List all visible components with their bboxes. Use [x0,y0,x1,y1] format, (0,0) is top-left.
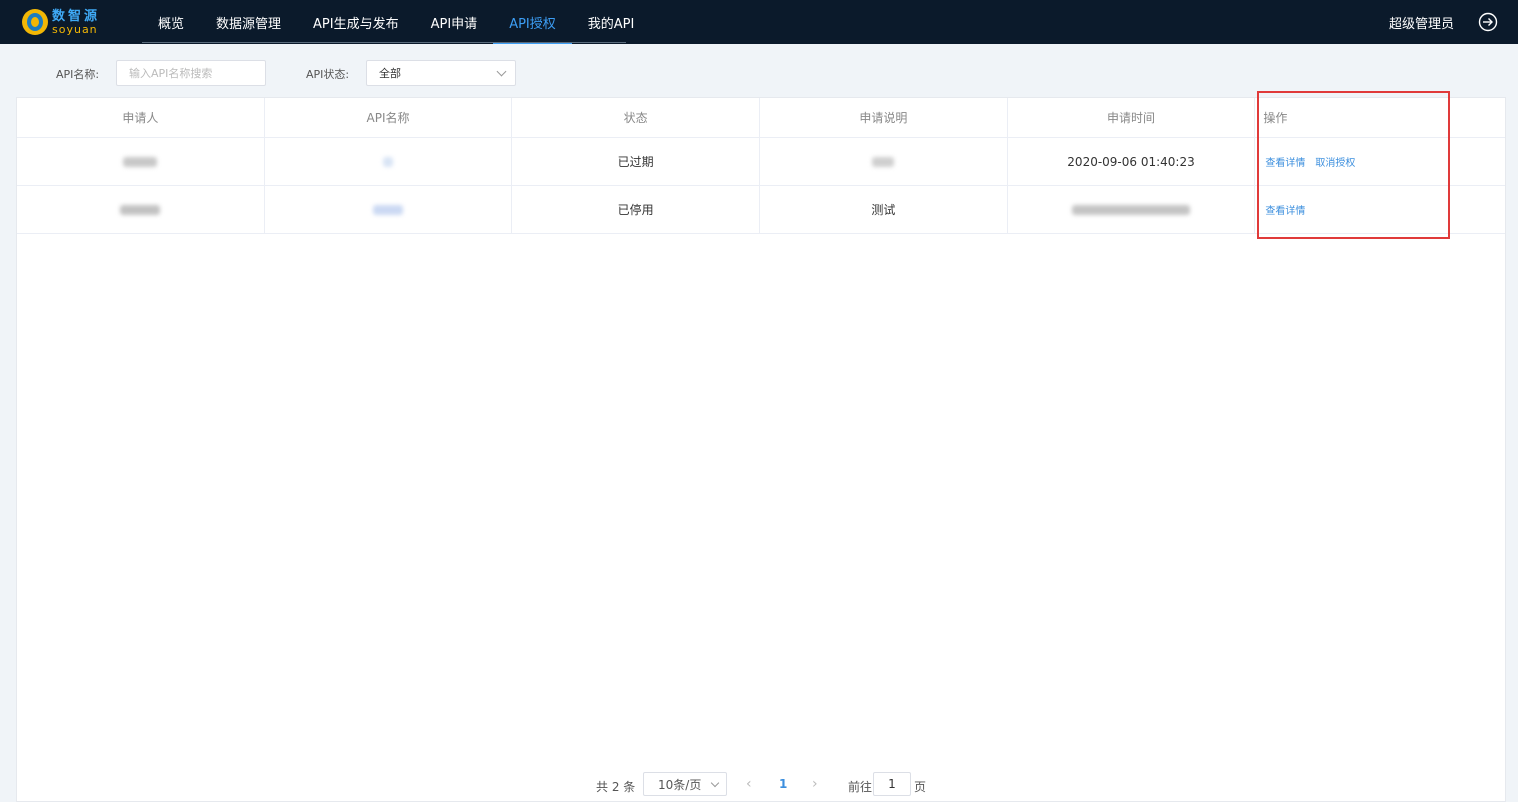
redacted-text [383,156,393,167]
redacted-text [120,204,161,215]
redacted-text [123,156,158,167]
nav-item-api-auth[interactable]: API授权 [493,0,572,44]
app-logo[interactable]: 数智源 soyuan [0,0,142,44]
col-status: 状态 [512,98,761,137]
col-description: 申请说明 [760,98,1008,137]
nav-item-overview[interactable]: 概览 [142,0,200,44]
prev-page-icon[interactable]: ‹ [746,776,752,792]
nav-item-api-apply[interactable]: API申请 [415,0,494,44]
page-size-value: 10条/页 [658,777,702,792]
page-suffix-label: 页 [914,780,927,794]
user-name[interactable]: 超级管理员 [1389,0,1454,44]
cell-status: 已过期 [512,138,761,185]
nav-divider [142,42,626,43]
pagination-total: 共 2 条 [596,780,636,794]
api-status-value: 全部 [379,67,401,80]
goto-label: 前往 [848,780,873,794]
cell-time [1008,186,1256,233]
api-name-search-input[interactable]: 输入API名称搜索 [116,60,266,86]
cell-time: 2020-09-06 01:40:23 [1008,138,1256,185]
api-name-label: API名称: [56,68,100,81]
cell-description: 测试 [760,186,1008,233]
cell-api-name [265,138,513,185]
cell-api-name [265,186,513,233]
pagination: 共 2 条 10条/页 ‹ 1 › 前往 1 页 [0,772,1518,798]
logo-en-text: soyuan [52,22,98,36]
main-nav: 概览 数据源管理 API生成与发布 API申请 API授权 我的API [142,0,650,44]
col-time: 申请时间 [1008,98,1256,137]
cell-applicant [17,138,265,185]
logo-cn-text: 数智源 [52,8,101,24]
api-status-label: API状态: [306,68,350,81]
nav-item-api-publish[interactable]: API生成与发布 [297,0,415,44]
top-nav-bar: 数智源 soyuan 概览 数据源管理 API生成与发布 API申请 API授权… [0,0,1518,44]
col-applicant: 申请人 [17,98,265,137]
chevron-down-icon [710,778,720,788]
col-api-name: API名称 [265,98,513,137]
chevron-down-icon [496,66,507,77]
logout-icon[interactable] [1478,12,1498,32]
page-size-select[interactable]: 10条/页 [643,772,727,796]
redacted-text [1072,204,1191,215]
logo-mark-icon [22,9,48,35]
cell-status: 已停用 [512,186,761,233]
page-number-current[interactable]: 1 [779,777,787,791]
actions-highlight-box [1257,91,1450,239]
cell-applicant [17,186,265,233]
nav-item-my-api[interactable]: 我的API [572,0,651,44]
goto-page-input[interactable]: 1 [873,772,911,796]
logo-text: 数智源 soyuan [52,10,100,35]
api-status-select[interactable]: 全部 [366,60,516,86]
next-page-icon[interactable]: › [812,776,818,792]
cell-description [760,138,1008,185]
redacted-text [872,156,895,167]
redacted-text [373,204,403,215]
nav-item-datasource[interactable]: 数据源管理 [200,0,297,44]
